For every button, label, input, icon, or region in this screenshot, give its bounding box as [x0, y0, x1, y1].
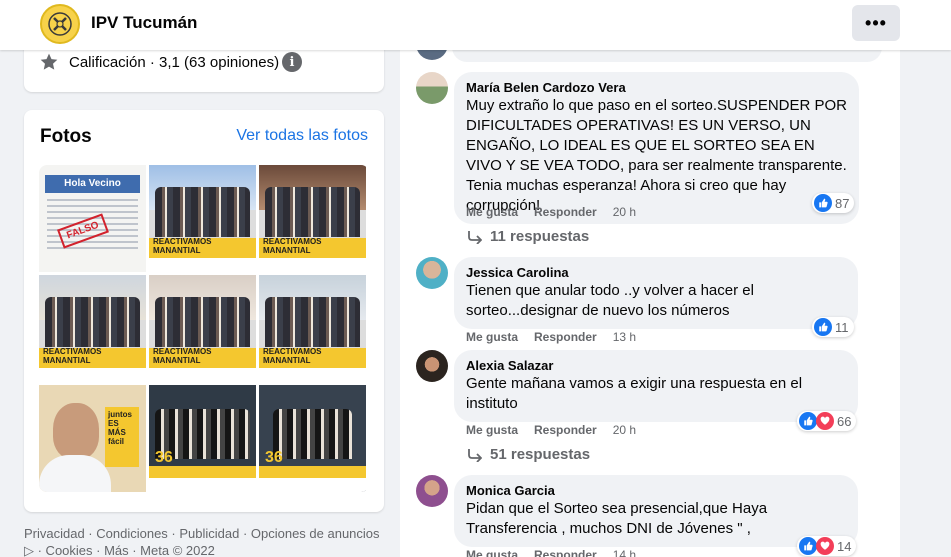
photo-caption: REACTIVAMOS MANANTIAL	[153, 347, 212, 365]
footer-links: Privacidad · Condiciones · Publicidad · …	[24, 525, 384, 557]
love-icon	[816, 412, 834, 430]
photo-tile[interactable]: Hola Vecino FALSO	[39, 165, 146, 272]
photos-heading: Fotos	[40, 126, 92, 147]
photo-grid: Hola Vecino FALSO REACTIVAMOS MANANTIAL …	[39, 165, 369, 492]
photo-caption: REACTIVAMOS MANANTIAL	[263, 347, 322, 365]
comment-bubble: Monica Garcia Pidan que el Sorteo sea pr…	[454, 475, 858, 547]
replies-count: 51 respuestas	[490, 446, 591, 463]
photos-card: Fotos Ver todas las fotos Hola Vecino FA…	[24, 110, 384, 512]
avatar[interactable]	[416, 475, 448, 507]
view-replies-link[interactable]: 11 respuestas	[466, 228, 589, 245]
reply-button[interactable]: Responder	[534, 330, 597, 344]
footer-line-2[interactable]: ▷ · Cookies · Más · Meta © 2022	[24, 542, 384, 557]
like-icon	[814, 194, 832, 212]
like-button[interactable]: Me gusta	[466, 330, 518, 344]
comment-text: Muy extraño lo que paso en el sorteo.SUS…	[466, 97, 848, 214]
comment-actions: Me gusta Responder 14 h	[466, 548, 652, 557]
comment-text: Pidan que el Sorteo sea presencial,que H…	[466, 500, 768, 537]
photo-tile[interactable]: REACTIVAMOS MANANTIAL	[39, 275, 146, 382]
reaction-number: 14	[837, 538, 852, 554]
comment-author[interactable]: Jessica Carolina	[466, 265, 846, 281]
comments-panel: María Belen Cardozo Vera Muy extraño lo …	[400, 44, 900, 557]
comment-time[interactable]: 14 h	[613, 548, 636, 557]
photo-caption: REACTIVAMOS MANANTIAL	[153, 237, 212, 255]
reply-button[interactable]: Responder	[534, 205, 597, 219]
photo-tile[interactable]: juntos ES MÁS fácil	[39, 385, 146, 492]
photo-tile[interactable]: 36 VIVIENDAS	[149, 385, 256, 492]
see-all-photos-link[interactable]: Ver todas las fotos	[236, 127, 368, 145]
reply-arrow-icon	[468, 230, 482, 244]
love-icon	[816, 537, 834, 555]
comment-time[interactable]: 20 h	[613, 205, 636, 219]
star-icon	[40, 53, 58, 70]
comment-time[interactable]: 20 h	[613, 423, 636, 437]
like-button[interactable]: Me gusta	[466, 205, 518, 219]
poster-headline: Hola Vecino	[45, 175, 140, 193]
page-logo[interactable]	[40, 4, 80, 44]
like-icon	[799, 412, 817, 430]
more-options-button[interactable]: •••	[852, 5, 900, 41]
photo-tile[interactable]: REACTIVAMOS MANANTIAL	[259, 165, 366, 272]
comment-bubble: Jessica Carolina Tienen que anular todo …	[454, 257, 858, 329]
like-button[interactable]: Me gusta	[466, 423, 518, 437]
comment-author[interactable]: María Belen Cardozo Vera	[466, 80, 847, 96]
photo-caption: REACTIVAMOS MANANTIAL	[263, 237, 322, 255]
reply-button[interactable]: Responder	[534, 548, 597, 557]
comment-text: Tienen que anular todo ..y volver a hace…	[466, 282, 754, 319]
rating-text: Calificación · 3,1 (63 opiniones)	[69, 53, 280, 71]
page-title[interactable]: IPV Tucumán	[91, 13, 197, 33]
comment-author[interactable]: Alexia Salazar	[466, 358, 846, 374]
photo-caption: REACTIVAMOS MANANTIAL	[43, 347, 102, 365]
photo-tile[interactable]: REACTIVAMOS MANANTIAL	[149, 165, 256, 272]
info-icon[interactable]: i	[282, 52, 302, 72]
avatar[interactable]	[416, 350, 448, 382]
comment-actions: Me gusta Responder 20 h	[466, 423, 652, 437]
photo-caption: juntos ES MÁS fácil	[105, 407, 139, 467]
comment-time[interactable]: 13 h	[613, 330, 636, 344]
reaction-count[interactable]: 87	[812, 193, 855, 213]
reaction-count[interactable]: 66	[797, 411, 857, 431]
comment-text: Gente mañana vamos a exigir una respuest…	[466, 375, 803, 412]
comment-bubble: Alexia Salazar Gente mañana vamos a exig…	[454, 350, 858, 422]
photo-tile[interactable]: 36 VIVIENDAS	[259, 385, 366, 492]
like-icon	[799, 537, 817, 555]
avatar[interactable]	[416, 72, 448, 104]
reply-arrow-icon	[468, 448, 482, 462]
reaction-number: 11	[835, 319, 849, 335]
comment-author[interactable]: Monica Garcia	[466, 483, 846, 499]
footer-line-1[interactable]: Privacidad · Condiciones · Publicidad · …	[24, 525, 384, 542]
avatar[interactable]	[416, 257, 448, 289]
photo-tile[interactable]: REACTIVAMOS MANANTIAL	[149, 275, 256, 382]
reply-button[interactable]: Responder	[534, 423, 597, 437]
reaction-number: 87	[835, 195, 850, 211]
view-replies-link[interactable]: 51 respuestas	[466, 446, 590, 463]
reaction-number: 66	[837, 413, 852, 429]
replies-count: 11 respuestas	[490, 228, 590, 245]
reaction-count[interactable]: 14	[797, 536, 857, 556]
comment-actions: Me gusta Responder 13 h	[466, 330, 652, 344]
comment-bubble: María Belen Cardozo Vera Muy extraño lo …	[454, 72, 859, 224]
comment-actions: Me gusta Responder 20 h	[466, 205, 652, 219]
reaction-count[interactable]: 11	[812, 317, 854, 337]
page-header: IPV Tucumán •••	[0, 0, 951, 50]
like-icon	[814, 318, 832, 336]
like-button[interactable]: Me gusta	[466, 548, 518, 557]
photo-tile[interactable]: REACTIVAMOS MANANTIAL	[259, 275, 366, 382]
